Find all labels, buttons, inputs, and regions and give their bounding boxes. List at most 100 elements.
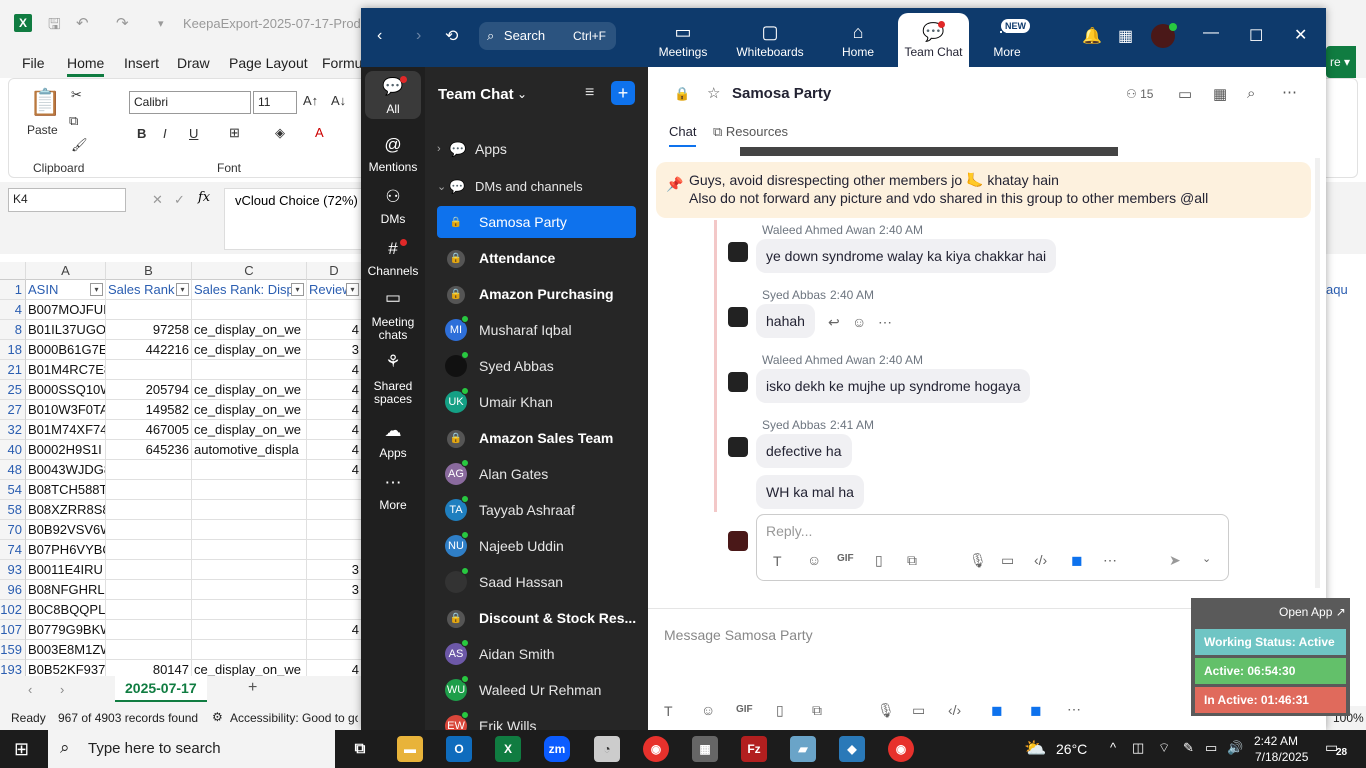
rail-dms[interactable]: ⚇ DMs <box>365 187 421 226</box>
tab-team-chat[interactable]: 💬 Team Chat <box>898 13 969 67</box>
underline-button[interactable]: U <box>189 126 198 141</box>
message-author[interactable]: Syed Abbas <box>762 288 826 302</box>
history-icon[interactable]: ⟲ <box>445 26 458 46</box>
row-header[interactable]: 96 <box>0 580 26 600</box>
tab-whiteboards[interactable]: ▢ Whiteboards <box>731 13 809 67</box>
row-header[interactable]: 21 <box>0 360 26 380</box>
table-cell[interactable]: 149582 <box>106 400 192 420</box>
table-cell[interactable] <box>307 520 362 540</box>
table-cell[interactable]: B08XZRR8S8 <box>26 500 106 520</box>
schedule-icon[interactable]: ▦ <box>1213 85 1227 103</box>
row-header[interactable]: 8 <box>0 320 26 340</box>
filter-dropdown-icon[interactable]: ▾ <box>90 283 103 296</box>
minimize-icon[interactable]: — <box>1203 24 1219 42</box>
weather-icon[interactable]: ⛅ <box>1024 738 1046 759</box>
chrome-icon[interactable]: ◉ <box>643 736 669 762</box>
menu-home[interactable]: Home <box>67 55 105 77</box>
add-sheet-icon[interactable]: + <box>248 679 257 697</box>
zoom-taskbar-icon[interactable]: zm <box>544 736 570 762</box>
table-cell[interactable] <box>192 360 307 380</box>
font-name-select[interactable]: Calibri <box>129 91 251 114</box>
column-header[interactable]: C <box>192 262 307 280</box>
row-header[interactable]: 4 <box>0 300 26 320</box>
dm-item[interactable]: NU Najeeb Uddin <box>437 530 636 562</box>
tray-app-icon[interactable]: ◫ <box>1132 740 1144 756</box>
channel-item[interactable]: 🔒 Attendance <box>437 242 636 274</box>
shrink-font-icon[interactable]: A↓ <box>331 93 346 108</box>
dm-item[interactable]: AG Alan Gates <box>437 458 636 490</box>
table-cell[interactable]: B000B61G7E <box>26 340 106 360</box>
tab-chat[interactable]: Chat <box>669 124 697 147</box>
row-header[interactable]: 70 <box>0 520 26 540</box>
table-cell[interactable] <box>192 520 307 540</box>
dm-item[interactable]: EW Erik Wills <box>437 710 636 730</box>
rail-apps[interactable]: ☁ Apps <box>365 421 421 460</box>
avatar[interactable] <box>728 372 748 392</box>
more-options-icon[interactable]: ⋯ <box>1282 83 1297 101</box>
channel-item[interactable]: 🔒 Samosa Party <box>437 206 636 238</box>
dm-item[interactable]: Syed Abbas <box>437 350 636 382</box>
dm-item[interactable]: AS Aidan Smith <box>437 638 636 670</box>
row-header[interactable]: 18 <box>0 340 26 360</box>
new-chat-button[interactable]: + <box>611 81 635 105</box>
menu-page-layout[interactable]: Page Layout <box>229 55 308 71</box>
tab-more[interactable]: ⋯More NEW <box>981 13 1033 67</box>
send-options-icon[interactable]: ⌄ <box>1202 552 1211 565</box>
table-cell[interactable] <box>106 600 192 620</box>
table-cell[interactable]: 3 <box>307 560 362 580</box>
table-cell[interactable] <box>106 540 192 560</box>
table-cell[interactable]: ce_display_on_we <box>192 340 307 360</box>
status-accessibility[interactable]: Accessibility: Good to go <box>230 711 358 725</box>
message-author[interactable]: Waleed Ahmed Awan <box>762 223 875 237</box>
dm-item[interactable]: UK Umair Khan <box>437 386 636 418</box>
channel-title[interactable]: Samosa Party <box>732 85 831 102</box>
rail-all[interactable]: 💬 All <box>365 71 421 119</box>
excel-taskbar-icon[interactable]: X <box>495 736 521 762</box>
dms-section[interactable]: ⌄ 💬 DMs and channels <box>437 171 636 203</box>
table-cell[interactable]: 4 <box>307 460 362 480</box>
video-message-icon[interactable]: ▭ <box>912 702 925 719</box>
close-icon[interactable]: ✕ <box>1294 25 1307 45</box>
file-explorer-icon[interactable]: ▬ <box>397 736 423 762</box>
prev-sheet-icon[interactable]: ‹ <box>28 682 32 697</box>
bold-button[interactable]: B <box>137 126 146 141</box>
next-sheet-icon[interactable]: › <box>60 682 64 697</box>
font-size-select[interactable]: 11 <box>253 91 297 114</box>
remote-desktop-icon[interactable]: ▰ <box>790 736 816 762</box>
table-cell[interactable] <box>106 560 192 580</box>
tray-chevron-icon[interactable]: ^ <box>1110 740 1116 755</box>
dm-item[interactable]: TA Tayyab Ashraaf <box>437 494 636 526</box>
maximize-icon[interactable]: ☐ <box>1249 26 1263 46</box>
table-cell[interactable]: B010W3F0TA <box>26 400 106 420</box>
column-header[interactable]: D <box>307 262 362 280</box>
undo-icon[interactable]: ↶ <box>76 14 89 32</box>
row-header[interactable]: 102 <box>0 600 26 620</box>
search-icon[interactable]: ⌕ <box>1247 85 1255 102</box>
format-icon[interactable]: T <box>773 553 782 569</box>
table-cell[interactable]: 3 <box>307 580 362 600</box>
filezilla-icon[interactable]: Fz <box>741 736 767 762</box>
column-header[interactable]: B <box>106 262 192 280</box>
table-cell[interactable]: 645236 <box>106 440 192 460</box>
tab-home[interactable]: ⌂ Home <box>829 13 887 67</box>
cancel-icon[interactable]: ✕ <box>152 192 163 208</box>
row-header[interactable]: 107 <box>0 620 26 640</box>
pinned-message[interactable]: 📌 Guys, avoid disrespecting other member… <box>656 162 1311 218</box>
table-cell[interactable] <box>192 620 307 640</box>
row-header[interactable]: 54 <box>0 480 26 500</box>
table-cell[interactable] <box>192 500 307 520</box>
table-cell[interactable]: 4 <box>307 400 362 420</box>
dm-item[interactable]: WU Waleed Ur Rehman <box>437 674 636 706</box>
table-cell[interactable] <box>192 480 307 500</box>
send-icon[interactable]: ➤ <box>1169 552 1181 569</box>
table-cell[interactable]: 4 <box>307 440 362 460</box>
channel-item[interactable]: 🔒 Discount & Stock Res... <box>437 602 636 634</box>
message-bubble[interactable]: hahah <box>756 304 815 338</box>
gif-icon[interactable]: GIF <box>736 704 753 715</box>
table-cell[interactable]: B0011E4IRU <box>26 560 106 580</box>
rail-mentions[interactable]: @ Mentions <box>365 135 421 174</box>
italic-button[interactable]: I <box>163 126 167 141</box>
table-cell[interactable]: B01M4RC7E8 <box>26 360 106 380</box>
redo-icon[interactable]: ↷ <box>116 14 129 32</box>
table-cell[interactable]: B003E8M1ZW <box>26 640 106 660</box>
